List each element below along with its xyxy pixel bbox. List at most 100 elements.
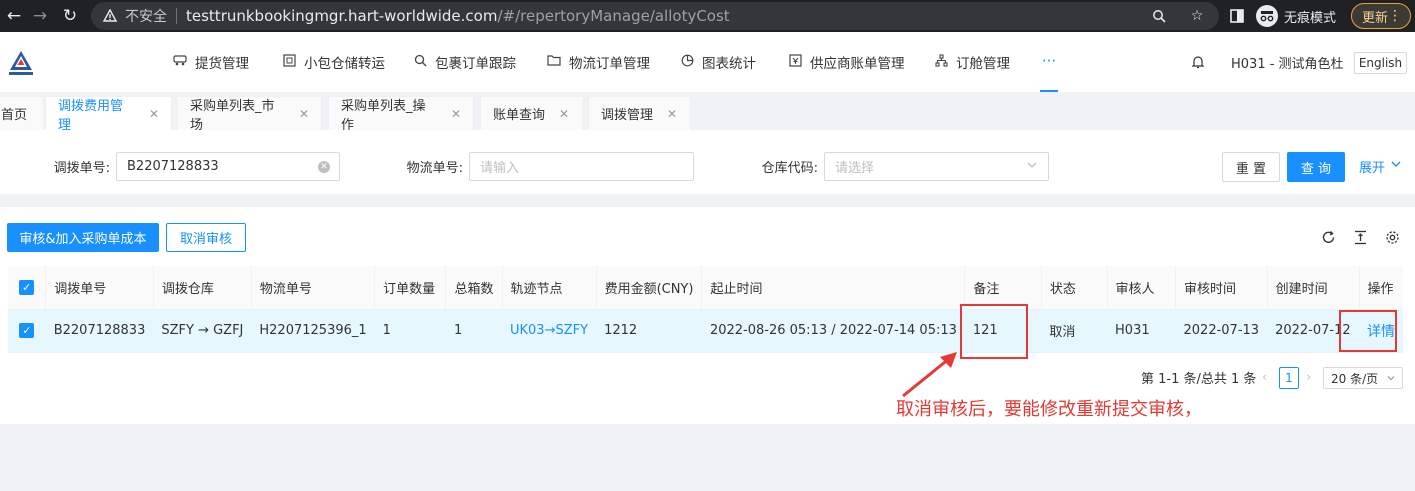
side-panel-icon[interactable] — [1226, 0, 1248, 32]
annotation-box-status — [960, 304, 1028, 359]
time-range-cell: 2022-08-26 05:13 / 2022-07-14 05:13 — [701, 309, 965, 353]
bookmark-star-icon[interactable]: ☆ — [1183, 2, 1211, 30]
chevron-down-icon — [1390, 158, 1402, 174]
query-button[interactable]: 查 询 — [1287, 152, 1345, 182]
column-header[interactable]: 审核时间 — [1175, 266, 1268, 310]
annotation-note: 取消审核后，要能修改重新提交审核， — [896, 399, 1202, 420]
table-header-row: ✓ 调拨单号 调拨仓库 物流单号 订单数量 总箱数 轨迹节点 费用金额(CNY)… — [8, 266, 1403, 310]
annotation-arrow-icon — [902, 352, 957, 398]
tab-transfer-manage[interactable]: 调拨管理 ✕ — [588, 96, 691, 130]
box-icon — [282, 53, 296, 71]
column-header[interactable]: 调拨单号 — [45, 266, 154, 310]
update-label: 更新 — [1362, 10, 1389, 26]
network-icon — [934, 53, 948, 71]
transfer-no-cell: B2207128833 — [45, 309, 154, 353]
menu-booking[interactable]: 订舱管理 — [934, 32, 1010, 92]
bell-icon[interactable] — [1190, 54, 1206, 70]
warehouse-label: 仓库代码: — [761, 160, 818, 176]
pie-chart-icon — [680, 54, 694, 71]
table-row[interactable]: ✓ B2207128833 SZFY → GZFJ H2207125396_1 … — [8, 309, 1403, 353]
page-size-select[interactable]: 20 条/页 — [1323, 367, 1403, 389]
column-header[interactable]: 调拨仓库 — [153, 266, 252, 310]
user-name[interactable]: H031 - 测试角色杜 — [1231, 32, 1344, 92]
menu-booking-label: 订舱管理 — [956, 56, 1010, 72]
order-count-cell: 1 — [374, 309, 446, 353]
refresh-icon[interactable] — [1319, 228, 1337, 246]
select-all-checkbox[interactable]: ✓ — [8, 266, 47, 310]
hart-logo[interactable] — [6, 48, 36, 78]
column-header[interactable]: 费用金额(CNY) — [596, 266, 703, 310]
menu-logistics-orders[interactable]: 物流订单管理 — [547, 32, 650, 92]
app-header: 提货管理 小包仓储转运 包裹订单跟踪 物流订单管理 图表统计 供应商账单管理 订… — [0, 32, 1415, 92]
logistics-no-label: 物流单号: — [406, 160, 463, 176]
menu-charts[interactable]: 图表统计 — [680, 32, 756, 92]
warehouse-select[interactable]: 请选择 — [824, 152, 1049, 181]
address-divider — [176, 8, 177, 24]
tab-home[interactable]: 首页 — [0, 96, 44, 130]
close-icon[interactable]: ✕ — [299, 107, 309, 121]
close-icon[interactable]: ✕ — [559, 107, 569, 121]
browser-toolbar: ← → ↻ 不安全 testtrunkbookingmgr.hart-world… — [0, 0, 1415, 32]
close-icon[interactable]: ✕ — [149, 107, 159, 121]
check-icon: ✓ — [19, 279, 35, 295]
back-icon[interactable]: ← — [0, 0, 28, 32]
cancel-audit-button[interactable]: 取消审核 — [166, 223, 246, 252]
audit-add-cost-button[interactable]: 审核&加入采购单成本 — [7, 223, 159, 252]
more-vert-icon: ⋮ — [1388, 8, 1402, 24]
column-height-icon[interactable] — [1351, 228, 1369, 246]
menu-parcel-tracking[interactable]: 包裹订单跟踪 — [413, 32, 516, 92]
tab-purchase-market-label: 采购单列表_市场 — [190, 98, 275, 133]
transfer-no-input[interactable]: B2207128833 ✕ — [116, 152, 340, 181]
status-cell: 取消 — [1041, 309, 1108, 353]
column-header[interactable]: 审核人 — [1107, 266, 1177, 310]
tab-transfer-manage-label: 调拨管理 — [601, 108, 654, 123]
reload-icon[interactable]: ↻ — [56, 0, 84, 32]
search-icon — [413, 54, 427, 71]
logistics-no-input[interactable]: 请输入 — [469, 152, 694, 181]
update-button[interactable]: 更新 ⋮ — [1351, 3, 1411, 29]
gear-icon[interactable] — [1383, 228, 1401, 246]
tab-purchase-operation[interactable]: 采购单列表_操作 ✕ — [328, 96, 474, 133]
expand-toggle[interactable]: 展开 — [1359, 152, 1402, 180]
reset-button[interactable]: 重 置 — [1222, 152, 1280, 182]
menu-supplier-bills[interactable]: 供应商账单管理 — [788, 32, 905, 92]
column-header[interactable]: 创建时间 — [1267, 266, 1360, 310]
clear-icon[interactable]: ✕ — [318, 161, 330, 173]
zoom-icon[interactable] — [1145, 2, 1173, 30]
page-1-button[interactable]: 1 — [1279, 367, 1299, 389]
forward-icon[interactable]: → — [26, 0, 54, 32]
menu-pickup[interactable]: 提货管理 — [173, 32, 249, 92]
language-button[interactable]: English — [1354, 52, 1407, 74]
menu-parcel-transfer[interactable]: 小包仓储转运 — [282, 32, 385, 92]
tab-bill-query-label: 账单查询 — [493, 108, 546, 123]
insecure-label: 不安全 — [125, 9, 167, 25]
column-header[interactable]: 总箱数 — [445, 266, 503, 310]
chevron-left-icon[interactable]: ‹ — [1262, 366, 1267, 388]
incognito-indicator[interactable]: 无痕模式 — [1256, 4, 1336, 28]
column-header[interactable]: 备注 — [964, 266, 1042, 310]
column-header[interactable]: 订单数量 — [374, 266, 447, 310]
column-header[interactable]: 状态 — [1041, 266, 1108, 310]
chevron-right-icon[interactable]: › — [1306, 366, 1311, 388]
column-header[interactable]: 轨迹节点 — [502, 266, 597, 310]
tab-transfer-cost[interactable]: 调拨费用管理 ✕ — [45, 96, 172, 133]
tab-purchase-market[interactable]: 采购单列表_市场 ✕ — [177, 96, 322, 133]
menu-supplier-bills-label: 供应商账单管理 — [810, 56, 905, 72]
transfer-cost-table: ✓ 调拨单号 调拨仓库 物流单号 订单数量 总箱数 轨迹节点 费用金额(CNY)… — [8, 266, 1403, 353]
row-checkbox[interactable]: ✓ — [8, 309, 46, 353]
tabs-bar: 首页 调拨费用管理 ✕ 采购单列表_市场 ✕ 采购单列表_操作 ✕ 账单查询 ✕… — [0, 92, 1415, 133]
column-header[interactable]: 起止时间 — [701, 266, 966, 310]
column-header[interactable]: 物流单号 — [251, 266, 376, 310]
menu-more[interactable]: ··· — [1040, 32, 1058, 92]
menu-pickup-label: 提货管理 — [195, 56, 249, 72]
amount-cell: 1212 — [596, 309, 702, 353]
close-icon[interactable]: ✕ — [667, 107, 677, 121]
url-path: /#/repertoryManage/allotyCost — [497, 7, 730, 25]
track-node-link[interactable]: UK03→SZFY — [502, 309, 597, 353]
close-icon[interactable]: ✕ — [451, 107, 461, 121]
address-bar[interactable]: 不安全 testtrunkbookingmgr.hart-worldwide.c… — [91, 2, 1219, 30]
menu-charts-label: 图表统计 — [702, 56, 756, 72]
logistics-no-placeholder: 请输入 — [480, 161, 520, 176]
pagination-summary: 第 1-1 条/总共 1 条 — [1141, 371, 1257, 387]
tab-bill-query[interactable]: 账单查询 ✕ — [480, 96, 583, 130]
